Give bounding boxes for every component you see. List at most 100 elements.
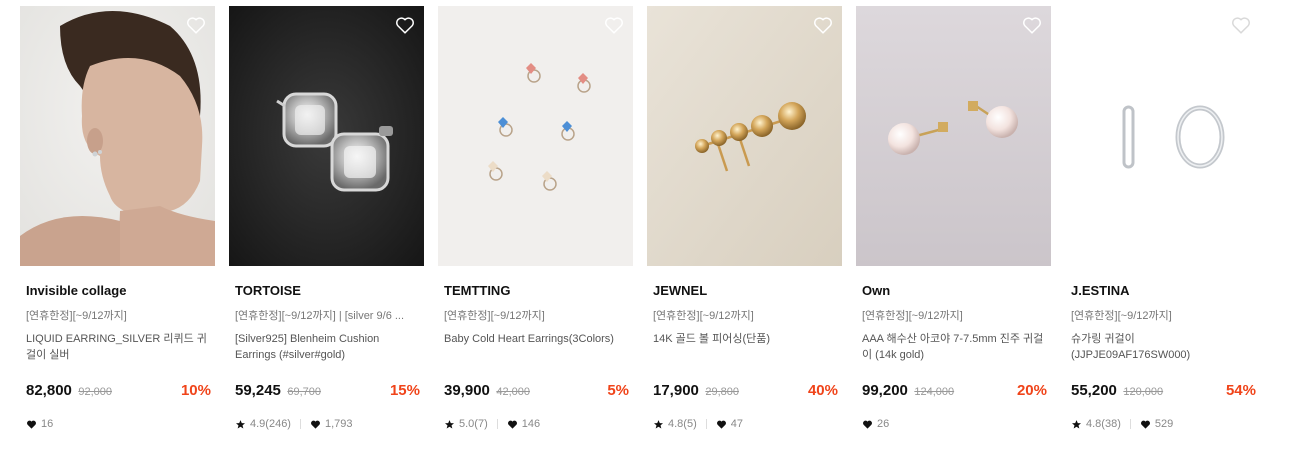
wishlist-button[interactable] (812, 14, 834, 36)
price-row: 99,200 124,000 20% (862, 382, 1047, 402)
original-price: 92,000 (78, 386, 112, 398)
product-card[interactable]: J.ESTINA [연휴한정][~9/12까지] 슈가링 귀걸이 (JJPJE0… (1065, 6, 1260, 466)
star-icon (445, 419, 454, 429)
product-image[interactable] (647, 6, 842, 266)
divider (705, 419, 707, 429)
star-icon (1072, 419, 1081, 429)
brand-name[interactable]: TORTOISE (235, 283, 301, 298)
brand-name[interactable]: J.ESTINA (1071, 283, 1130, 298)
like-count: 47 (730, 418, 743, 430)
product-image[interactable] (856, 6, 1051, 266)
promo-tag: [연휴한정][~9/12까지] (444, 310, 545, 322)
product-card[interactable]: Invisible collage [연휴한정][~9/12까지] LIQUID… (20, 6, 215, 466)
price-row: 59,245 69,700 15% (235, 382, 420, 402)
brand-name[interactable]: Invisible collage (26, 283, 126, 298)
promo-tag: [연휴한정][~9/12까지] (1071, 310, 1172, 322)
wishlist-button[interactable] (603, 14, 625, 36)
product-meta: 4.9(246) 1,793 (235, 418, 353, 430)
price-row: 82,800 92,000 10% (26, 382, 211, 402)
product-name[interactable]: Baby Cold Heart Earrings(3Colors) (444, 331, 630, 347)
like-count: 26 (877, 418, 890, 430)
cushion-stud-image (229, 6, 424, 266)
heart-icon (27, 420, 36, 429)
wishlist-button[interactable] (394, 14, 416, 36)
heart-outline-icon (1232, 17, 1250, 34)
brand-name[interactable]: Own (862, 283, 890, 298)
heart-outline-icon (605, 17, 623, 34)
hoop-earrings-image (1065, 6, 1260, 266)
heart-outline-icon (396, 17, 414, 34)
star-icon (236, 419, 245, 429)
product-card[interactable]: TORTOISE [연휴한정][~9/12까지] | [silver 9/6 .… (229, 6, 424, 466)
product-name[interactable]: LIQUID EARRING_SILVER 리퀴드 귀걸이 실버 (26, 331, 212, 363)
rating: 4.9(246) (250, 418, 291, 430)
promo-tag: [연휴한정][~9/12까지] (862, 310, 963, 322)
rating: 5.0(7) (459, 418, 488, 430)
product-card[interactable]: TEMTTING [연휴한정][~9/12까지] Baby Cold Heart… (438, 6, 633, 466)
heart-icon (1140, 420, 1150, 429)
product-image[interactable] (438, 6, 633, 266)
product-meta: 5.0(7) 146 (444, 418, 540, 430)
sale-price: 55,200 (1071, 382, 1117, 399)
brand-name[interactable]: JEWNEL (653, 283, 707, 298)
price-row: 17,900 29,800 40% (653, 382, 838, 402)
heart-icon (863, 420, 872, 429)
original-price: 120,000 (1123, 386, 1164, 398)
product-card[interactable]: Own [연휴한정][~9/12까지] AAA 해수산 아코야 7-7.5mm … (856, 6, 1051, 466)
product-image[interactable] (20, 6, 215, 266)
heart-outline-icon (814, 17, 832, 34)
brand-name[interactable]: TEMTTING (444, 283, 510, 298)
gold-ball-image (647, 6, 842, 266)
sale-price: 39,900 (444, 382, 490, 399)
divider (496, 419, 498, 429)
product-card[interactable]: JEWNEL [연휴한정][~9/12까지] 14K 골드 볼 피어싱(단품) … (647, 6, 842, 466)
heart-studs-image (438, 6, 633, 266)
product-image[interactable] (1065, 6, 1260, 266)
promo-tag: [연휴한정][~9/12까지] (26, 310, 127, 322)
like-count: 16 (41, 418, 54, 430)
discount-rate: 40% (807, 382, 838, 399)
like-count: 1,793 (324, 418, 353, 430)
like-count: 529 (1154, 418, 1174, 430)
rating: 4.8(5) (668, 418, 697, 430)
sale-price: 17,900 (653, 382, 699, 399)
model-profile-image (20, 6, 215, 266)
wishlist-button[interactable] (1021, 14, 1043, 36)
product-image[interactable] (229, 6, 424, 266)
discount-rate: 5% (607, 382, 629, 399)
promo-tag: [연휴한정][~9/12까지] (653, 310, 754, 322)
like-count: 146 (521, 418, 541, 430)
discount-rate: 15% (389, 382, 420, 399)
wishlist-button[interactable] (1230, 14, 1252, 36)
discount-rate: 54% (1225, 382, 1256, 399)
heart-icon (716, 420, 726, 429)
discount-rate: 20% (1016, 382, 1047, 399)
heart-outline-icon (187, 17, 205, 34)
original-price: 124,000 (914, 386, 955, 398)
heart-outline-icon (1023, 17, 1041, 34)
product-name[interactable]: 슈가링 귀걸이 (JJPJE09AF176SW000) (1071, 331, 1257, 363)
original-price: 29,800 (705, 386, 739, 398)
product-name[interactable]: AAA 해수산 아코야 7-7.5mm 진주 귀걸이 (14k gold) (862, 331, 1048, 363)
product-name[interactable]: 14K 골드 볼 피어싱(단품) (653, 331, 839, 347)
sale-price: 59,245 (235, 382, 281, 399)
pearl-studs-image (856, 6, 1051, 266)
product-grid: Invisible collage [연휴한정][~9/12까지] LIQUID… (20, 6, 1270, 466)
product-name[interactable]: [Silver925] Blenheim Cushion Earrings (#… (235, 331, 421, 363)
price-row: 55,200 120,000 54% (1071, 382, 1256, 402)
divider (1129, 419, 1131, 429)
rating: 4.8(38) (1086, 418, 1121, 430)
original-price: 69,700 (287, 386, 321, 398)
star-icon (654, 419, 663, 429)
heart-icon (507, 420, 517, 429)
product-meta: 4.8(5) 47 (653, 418, 743, 430)
heart-icon (311, 420, 320, 429)
sale-price: 82,800 (26, 382, 72, 399)
product-meta: 26 (862, 418, 889, 430)
wishlist-button[interactable] (185, 14, 207, 36)
price-row: 39,900 42,000 5% (444, 382, 629, 402)
sale-price: 99,200 (862, 382, 908, 399)
promo-tag: [연휴한정][~9/12까지] | [silver 9/6 ... (235, 310, 405, 322)
divider (299, 419, 301, 429)
product-meta: 4.8(38) 529 (1071, 418, 1173, 430)
